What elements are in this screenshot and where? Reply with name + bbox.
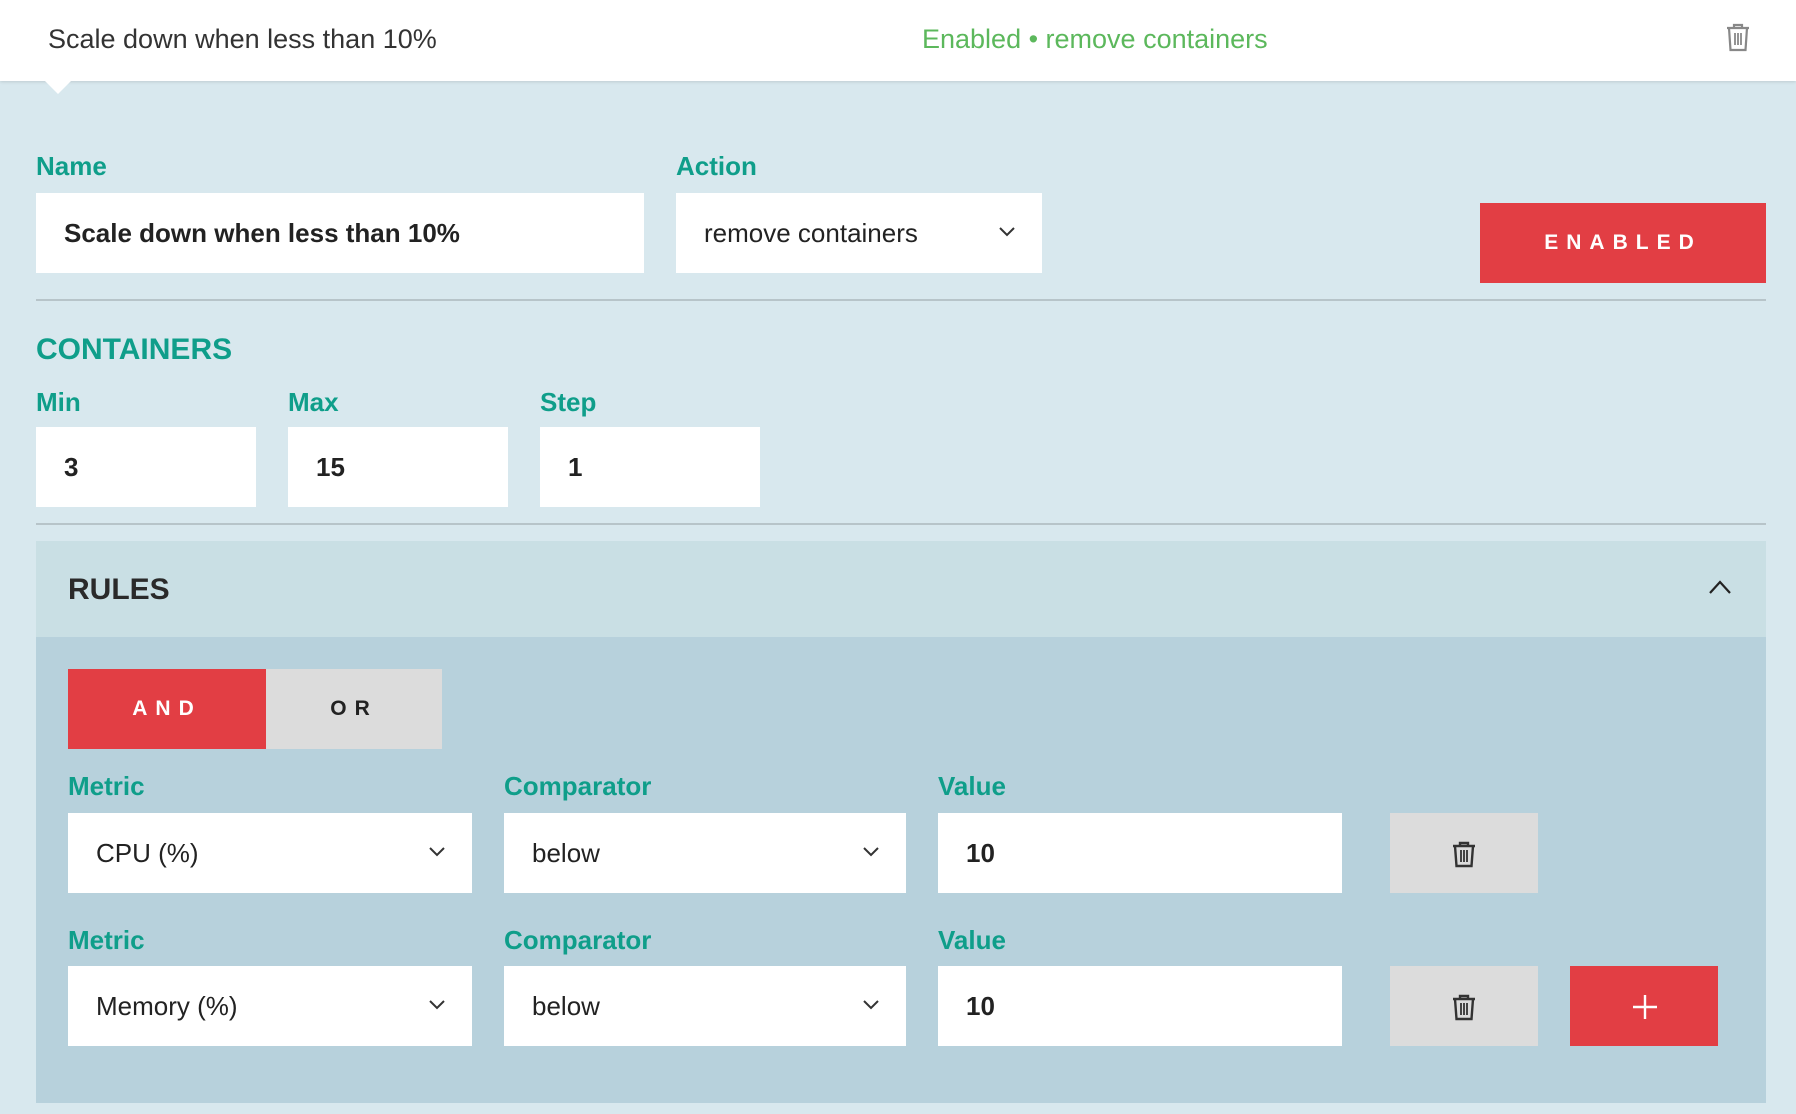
enabled-toggle-button[interactable]: ENABLED	[1480, 203, 1766, 283]
rules-heading: RULES	[68, 573, 170, 606]
trash-icon	[1453, 994, 1475, 1021]
action-select-value: remove containers	[704, 218, 918, 248]
comparator-select[interactable]: below	[504, 966, 906, 1046]
min-input[interactable]: 3	[36, 427, 256, 507]
comparator-select-value: below	[532, 838, 600, 868]
comparator-select[interactable]: below	[504, 813, 906, 893]
plus-icon	[1633, 995, 1657, 1019]
chevron-down-icon	[999, 227, 1015, 237]
action-select[interactable]: remove containers	[676, 193, 1042, 273]
chevron-down-icon	[863, 847, 879, 857]
step-input[interactable]: 1	[540, 427, 760, 507]
delete-rule-button[interactable]	[1390, 966, 1538, 1046]
rule-summary-status: Enabled • remove containers	[922, 24, 1268, 54]
add-rule-button[interactable]	[1570, 966, 1718, 1046]
and-toggle-button[interactable]: AND	[68, 669, 266, 749]
chevron-up-icon[interactable]	[1708, 579, 1732, 595]
metric-select[interactable]: Memory (%)	[68, 966, 472, 1046]
metric-label: Metric	[68, 771, 145, 801]
metric-select[interactable]: CPU (%)	[68, 813, 472, 893]
max-label: Max	[288, 387, 339, 417]
chevron-down-icon	[429, 1000, 445, 1010]
value-label: Value	[938, 771, 1006, 801]
name-input[interactable]: Scale down when less than 10%	[36, 193, 644, 273]
step-label: Step	[540, 387, 597, 417]
value-label: Value	[938, 925, 1006, 955]
comparator-label: Comparator	[504, 925, 652, 955]
metric-label: Metric	[68, 925, 145, 955]
comparator-label: Comparator	[504, 771, 652, 801]
rules-panel-header[interactable]: RULES	[36, 541, 1766, 637]
containers-heading: CONTAINERS	[36, 333, 233, 366]
chevron-down-icon	[863, 1000, 879, 1010]
trash-icon[interactable]	[1724, 22, 1756, 56]
metric-select-value: Memory (%)	[96, 991, 238, 1021]
min-label: Min	[36, 387, 81, 417]
rule-summary-title: Scale down when less than 10%	[48, 24, 437, 54]
divider	[36, 299, 1766, 301]
name-label: Name	[36, 151, 107, 181]
or-toggle-button[interactable]: OR	[266, 669, 442, 749]
action-label: Action	[676, 151, 757, 181]
metric-select-value: CPU (%)	[96, 838, 199, 868]
rule-summary-bar[interactable]: Scale down when less than 10% Enabled • …	[0, 0, 1796, 81]
summary-pointer-caret	[44, 80, 72, 94]
value-input[interactable]: 10	[938, 813, 1342, 893]
delete-rule-button[interactable]	[1390, 813, 1538, 893]
value-input[interactable]: 10	[938, 966, 1342, 1046]
divider	[36, 523, 1766, 525]
comparator-select-value: below	[532, 991, 600, 1021]
max-input[interactable]: 15	[288, 427, 508, 507]
chevron-down-icon	[429, 847, 445, 857]
trash-icon	[1453, 841, 1475, 868]
